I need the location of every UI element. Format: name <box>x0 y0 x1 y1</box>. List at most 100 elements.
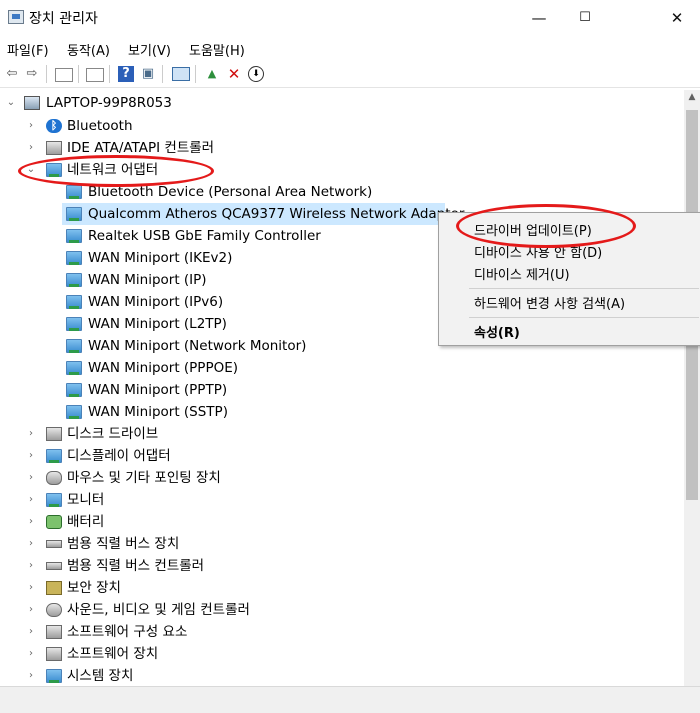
uninstall-icon[interactable]: ✕ <box>226 66 242 82</box>
category-label: 마우스 및 기타 포인팅 장치 <box>67 470 221 486</box>
console-tree-icon[interactable] <box>55 68 73 82</box>
toolbar-separator <box>46 65 47 83</box>
expand-icon[interactable]: › <box>26 423 36 445</box>
category-batteries[interactable]: › 배터리 <box>0 511 684 533</box>
annotation-ellipse-network <box>18 155 214 187</box>
status-bar <box>0 686 700 713</box>
view-icon[interactable]: ▣ <box>140 66 156 82</box>
menu-help[interactable]: 도움말(H) <box>189 40 245 59</box>
usb-icon <box>46 540 62 548</box>
computer-name: LAPTOP-99P8R053 <box>46 95 172 111</box>
expand-icon[interactable]: › <box>26 137 36 159</box>
expand-icon[interactable]: › <box>26 445 36 467</box>
disk-drive-icon <box>46 427 62 441</box>
device-label: WAN Miniport (Network Monitor) <box>88 338 307 354</box>
properties-icon[interactable] <box>86 68 104 82</box>
category-sound[interactable]: › 사운드, 비디오 및 게임 컨트롤러 <box>0 599 684 621</box>
expand-icon[interactable]: › <box>26 489 36 511</box>
tree-root[interactable]: ⌄ LAPTOP-99P8R053 <box>0 92 684 114</box>
enable-device-icon[interactable]: ▲ <box>204 66 220 82</box>
menu-separator <box>469 288 699 289</box>
category-label: 모니터 <box>67 492 105 508</box>
expand-icon[interactable]: › <box>26 621 36 643</box>
expand-icon[interactable]: › <box>26 599 36 621</box>
expand-icon[interactable]: › <box>26 577 36 599</box>
update-driver-icon[interactable]: ⬇ <box>248 66 264 82</box>
toolbar: ⇦ ⇨ ? ▣ ▲ ✕ ⬇ <box>0 61 700 88</box>
toolbar-separator <box>195 65 196 83</box>
minimize-button[interactable]: — <box>516 0 562 36</box>
category-mice[interactable]: › 마우스 및 기타 포인팅 장치 <box>0 467 684 489</box>
category-label: 보안 장치 <box>67 580 121 596</box>
menu-properties[interactable]: 속성(R) <box>474 322 520 341</box>
expand-icon[interactable]: › <box>26 533 36 555</box>
menu-scan-hardware[interactable]: 하드웨어 변경 사항 검색(A) <box>474 293 625 312</box>
expand-icon[interactable]: › <box>26 555 36 577</box>
category-usb-controllers[interactable]: › 범용 직렬 버스 컨트롤러 <box>0 555 684 577</box>
menu-file[interactable]: 파일(F) <box>7 40 49 59</box>
device-label: WAN Miniport (IPv6) <box>88 294 224 310</box>
display-adapter-icon <box>46 449 62 463</box>
category-usb-devices[interactable]: › 범용 직렬 버스 장치 <box>0 533 684 555</box>
menu-bar: 파일(F) 동작(A) 보기(V) 도움말(H) <box>0 36 700 60</box>
category-label: 디스플레이 어댑터 <box>67 448 171 464</box>
category-software-components[interactable]: › 소프트웨어 구성 요소 <box>0 621 684 643</box>
expand-icon[interactable]: › <box>26 115 36 137</box>
menu-separator <box>469 317 699 318</box>
close-button[interactable]: ✕ <box>654 0 700 36</box>
category-label: 시스템 장치 <box>67 668 134 684</box>
network-adapter-icon <box>66 295 82 309</box>
forward-icon[interactable]: ⇨ <box>24 66 40 82</box>
category-label: 소프트웨어 장치 <box>67 646 159 662</box>
device-item-selected[interactable]: Qualcomm Atheros QCA9377 Wireless Networ… <box>62 203 464 225</box>
category-display-adapters[interactable]: › 디스플레이 어댑터 <box>0 445 684 467</box>
title-bar: 장치 관리자 — ☐ ✕ <box>0 0 700 36</box>
device-label: WAN Miniport (L2TP) <box>88 316 227 332</box>
security-device-icon <box>46 581 62 595</box>
network-adapter-icon <box>66 383 82 397</box>
menu-uninstall-device[interactable]: 디바이스 제거(U) <box>474 264 570 283</box>
menu-view[interactable]: 보기(V) <box>128 40 171 59</box>
annotation-ellipse-update-driver <box>456 204 636 248</box>
category-security-devices[interactable]: › 보안 장치 <box>0 577 684 599</box>
collapse-icon[interactable]: ⌄ <box>6 92 16 114</box>
category-software-devices[interactable]: › 소프트웨어 장치 <box>0 643 684 665</box>
category-monitors[interactable]: › 모니터 <box>0 489 684 511</box>
category-label: 배터리 <box>67 514 105 530</box>
usb-icon <box>46 562 62 570</box>
network-adapter-icon <box>66 251 82 265</box>
software-component-icon <box>46 625 62 639</box>
category-bluetooth[interactable]: › ᛒ Bluetooth <box>0 115 684 137</box>
device-manager-icon <box>8 10 24 24</box>
device-label: Qualcomm Atheros QCA9377 Wireless Networ… <box>88 206 465 222</box>
battery-icon <box>46 515 62 529</box>
maximize-button[interactable]: ☐ <box>562 0 608 36</box>
device-label: WAN Miniport (IKEv2) <box>88 250 233 266</box>
category-disk-drives[interactable]: › 디스크 드라이브 <box>0 423 684 445</box>
help-icon[interactable]: ? <box>118 66 134 82</box>
network-adapter-icon <box>66 317 82 331</box>
expand-icon[interactable]: › <box>26 665 36 686</box>
speaker-icon <box>46 603 62 617</box>
scroll-up-icon[interactable]: ▲ <box>684 92 700 102</box>
mouse-icon <box>46 471 62 485</box>
back-icon[interactable]: ⇦ <box>4 66 20 82</box>
network-adapter-icon <box>66 185 82 199</box>
network-adapter-icon <box>66 229 82 243</box>
expand-icon[interactable]: › <box>26 643 36 665</box>
device-label: WAN Miniport (PPTP) <box>88 382 228 398</box>
category-label: 소프트웨어 구성 요소 <box>67 624 188 640</box>
category-label: 디스크 드라이브 <box>67 426 159 442</box>
category-label: 범용 직렬 버스 컨트롤러 <box>67 558 205 574</box>
menu-action[interactable]: 동작(A) <box>67 40 110 59</box>
expand-icon[interactable]: › <box>26 511 36 533</box>
expand-icon[interactable]: › <box>26 467 36 489</box>
monitor-icon <box>46 493 62 507</box>
device-label: Realtek USB GbE Family Controller <box>88 228 321 244</box>
network-adapter-icon <box>66 207 82 221</box>
scan-hardware-icon[interactable] <box>172 67 190 81</box>
category-system-devices[interactable]: › 시스템 장치 <box>0 665 684 686</box>
network-adapter-icon <box>66 361 82 375</box>
device-label: WAN Miniport (IP) <box>88 272 207 288</box>
toolbar-separator <box>162 65 163 83</box>
